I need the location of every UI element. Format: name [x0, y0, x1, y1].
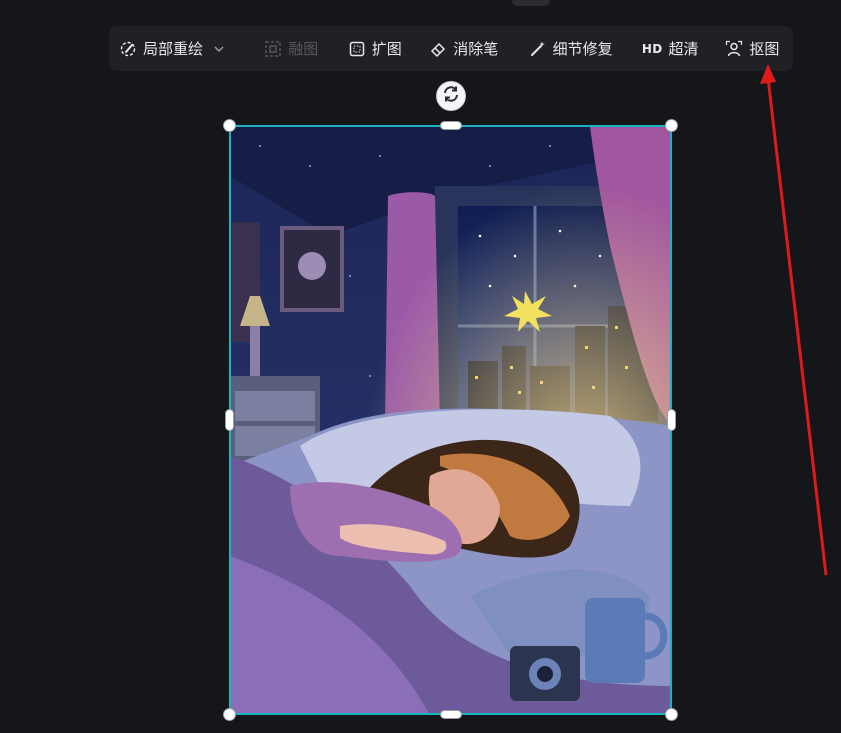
resize-handle-bottom-right[interactable]	[665, 708, 678, 721]
hd-upscale-button[interactable]: HD 超清	[642, 26, 725, 71]
cutout-person-icon	[725, 40, 743, 58]
resize-handle-bottom[interactable]	[440, 710, 462, 719]
eraser-label: 消除笔	[453, 40, 499, 58]
fuse-image-button[interactable]: 融图	[264, 26, 347, 71]
hd-icon: HD	[641, 41, 663, 56]
rotate-button[interactable]	[436, 81, 466, 111]
resize-handle-left[interactable]	[225, 409, 234, 431]
inpaint-button[interactable]: 局部重绘	[119, 26, 242, 71]
inpaint-label: 局部重绘	[143, 40, 204, 58]
top-tab-nub	[512, 0, 550, 6]
eraser-icon	[429, 40, 447, 58]
resize-handle-bottom-left[interactable]	[223, 708, 236, 721]
resize-handle-top-right[interactable]	[665, 119, 678, 132]
resize-handle-right[interactable]	[667, 409, 676, 431]
canvas-image[interactable]	[230, 126, 672, 715]
image-edit-toolbar: 局部重绘 融图 扩图 消除笔 细节修复 HD 超清 抠图	[109, 26, 793, 71]
chevron-down-icon[interactable]	[213, 43, 225, 55]
eraser-button[interactable]: 消除笔	[429, 26, 528, 71]
cutout-label: 抠图	[749, 40, 780, 58]
cutout-button[interactable]: 抠图	[725, 26, 785, 71]
bedroom-night-illustration	[230, 126, 672, 715]
expand-image-label: 扩图	[371, 40, 402, 58]
fuse-image-icon	[264, 40, 282, 58]
detail-repair-label: 细节修复	[552, 40, 613, 58]
resize-handle-top-left[interactable]	[223, 119, 236, 132]
rotate-icon	[441, 84, 461, 108]
hd-upscale-label: 超清	[668, 40, 699, 58]
magic-wand-icon	[529, 40, 547, 58]
fuse-image-label: 融图	[288, 40, 319, 58]
expand-frame-icon	[348, 40, 366, 58]
resize-handle-top[interactable]	[440, 121, 462, 130]
expand-image-button[interactable]: 扩图	[348, 26, 430, 71]
detail-repair-button[interactable]: 细节修复	[529, 26, 642, 71]
brush-palette-icon	[119, 40, 137, 58]
